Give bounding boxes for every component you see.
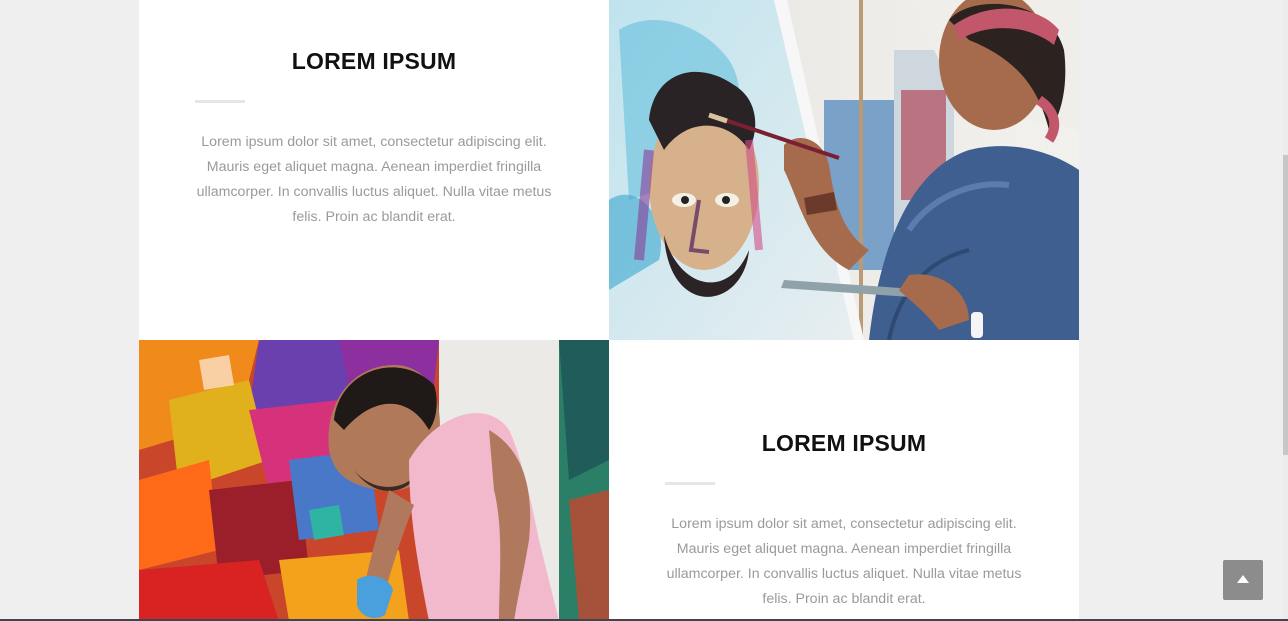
feature-grid: LOREM IPSUM Lorem ipsum dolor sit amet, … <box>139 0 1079 621</box>
man-painting-abstract-photo <box>139 340 609 621</box>
woman-painting-portrait-photo <box>609 0 1079 340</box>
back-to-top-button[interactable] <box>1223 560 1263 600</box>
feature-card-top: LOREM IPSUM Lorem ipsum dolor sit amet, … <box>139 0 609 340</box>
chevron-up-icon <box>1237 575 1249 583</box>
feature-title-top: LOREM IPSUM <box>291 48 457 74</box>
photo-woman-painting <box>609 0 1079 340</box>
scrollbar-thumb[interactable] <box>1283 155 1288 455</box>
page: LOREM IPSUM Lorem ipsum dolor sit amet, … <box>0 0 1288 621</box>
page-scrollbar[interactable] <box>1283 0 1288 621</box>
feature-card-bottom: LOREM IPSUM Lorem ipsum dolor sit amet, … <box>609 340 1079 621</box>
feature-title-bottom: LOREM IPSUM <box>761 430 927 456</box>
feature-description-top: Lorem ipsum dolor sit amet, consectetur … <box>196 134 552 225</box>
feature-description-bottom: Lorem ipsum dolor sit amet, consectetur … <box>666 516 1022 607</box>
title-divider <box>195 100 245 103</box>
title-divider <box>665 482 715 485</box>
photo-man-painting <box>139 340 609 621</box>
